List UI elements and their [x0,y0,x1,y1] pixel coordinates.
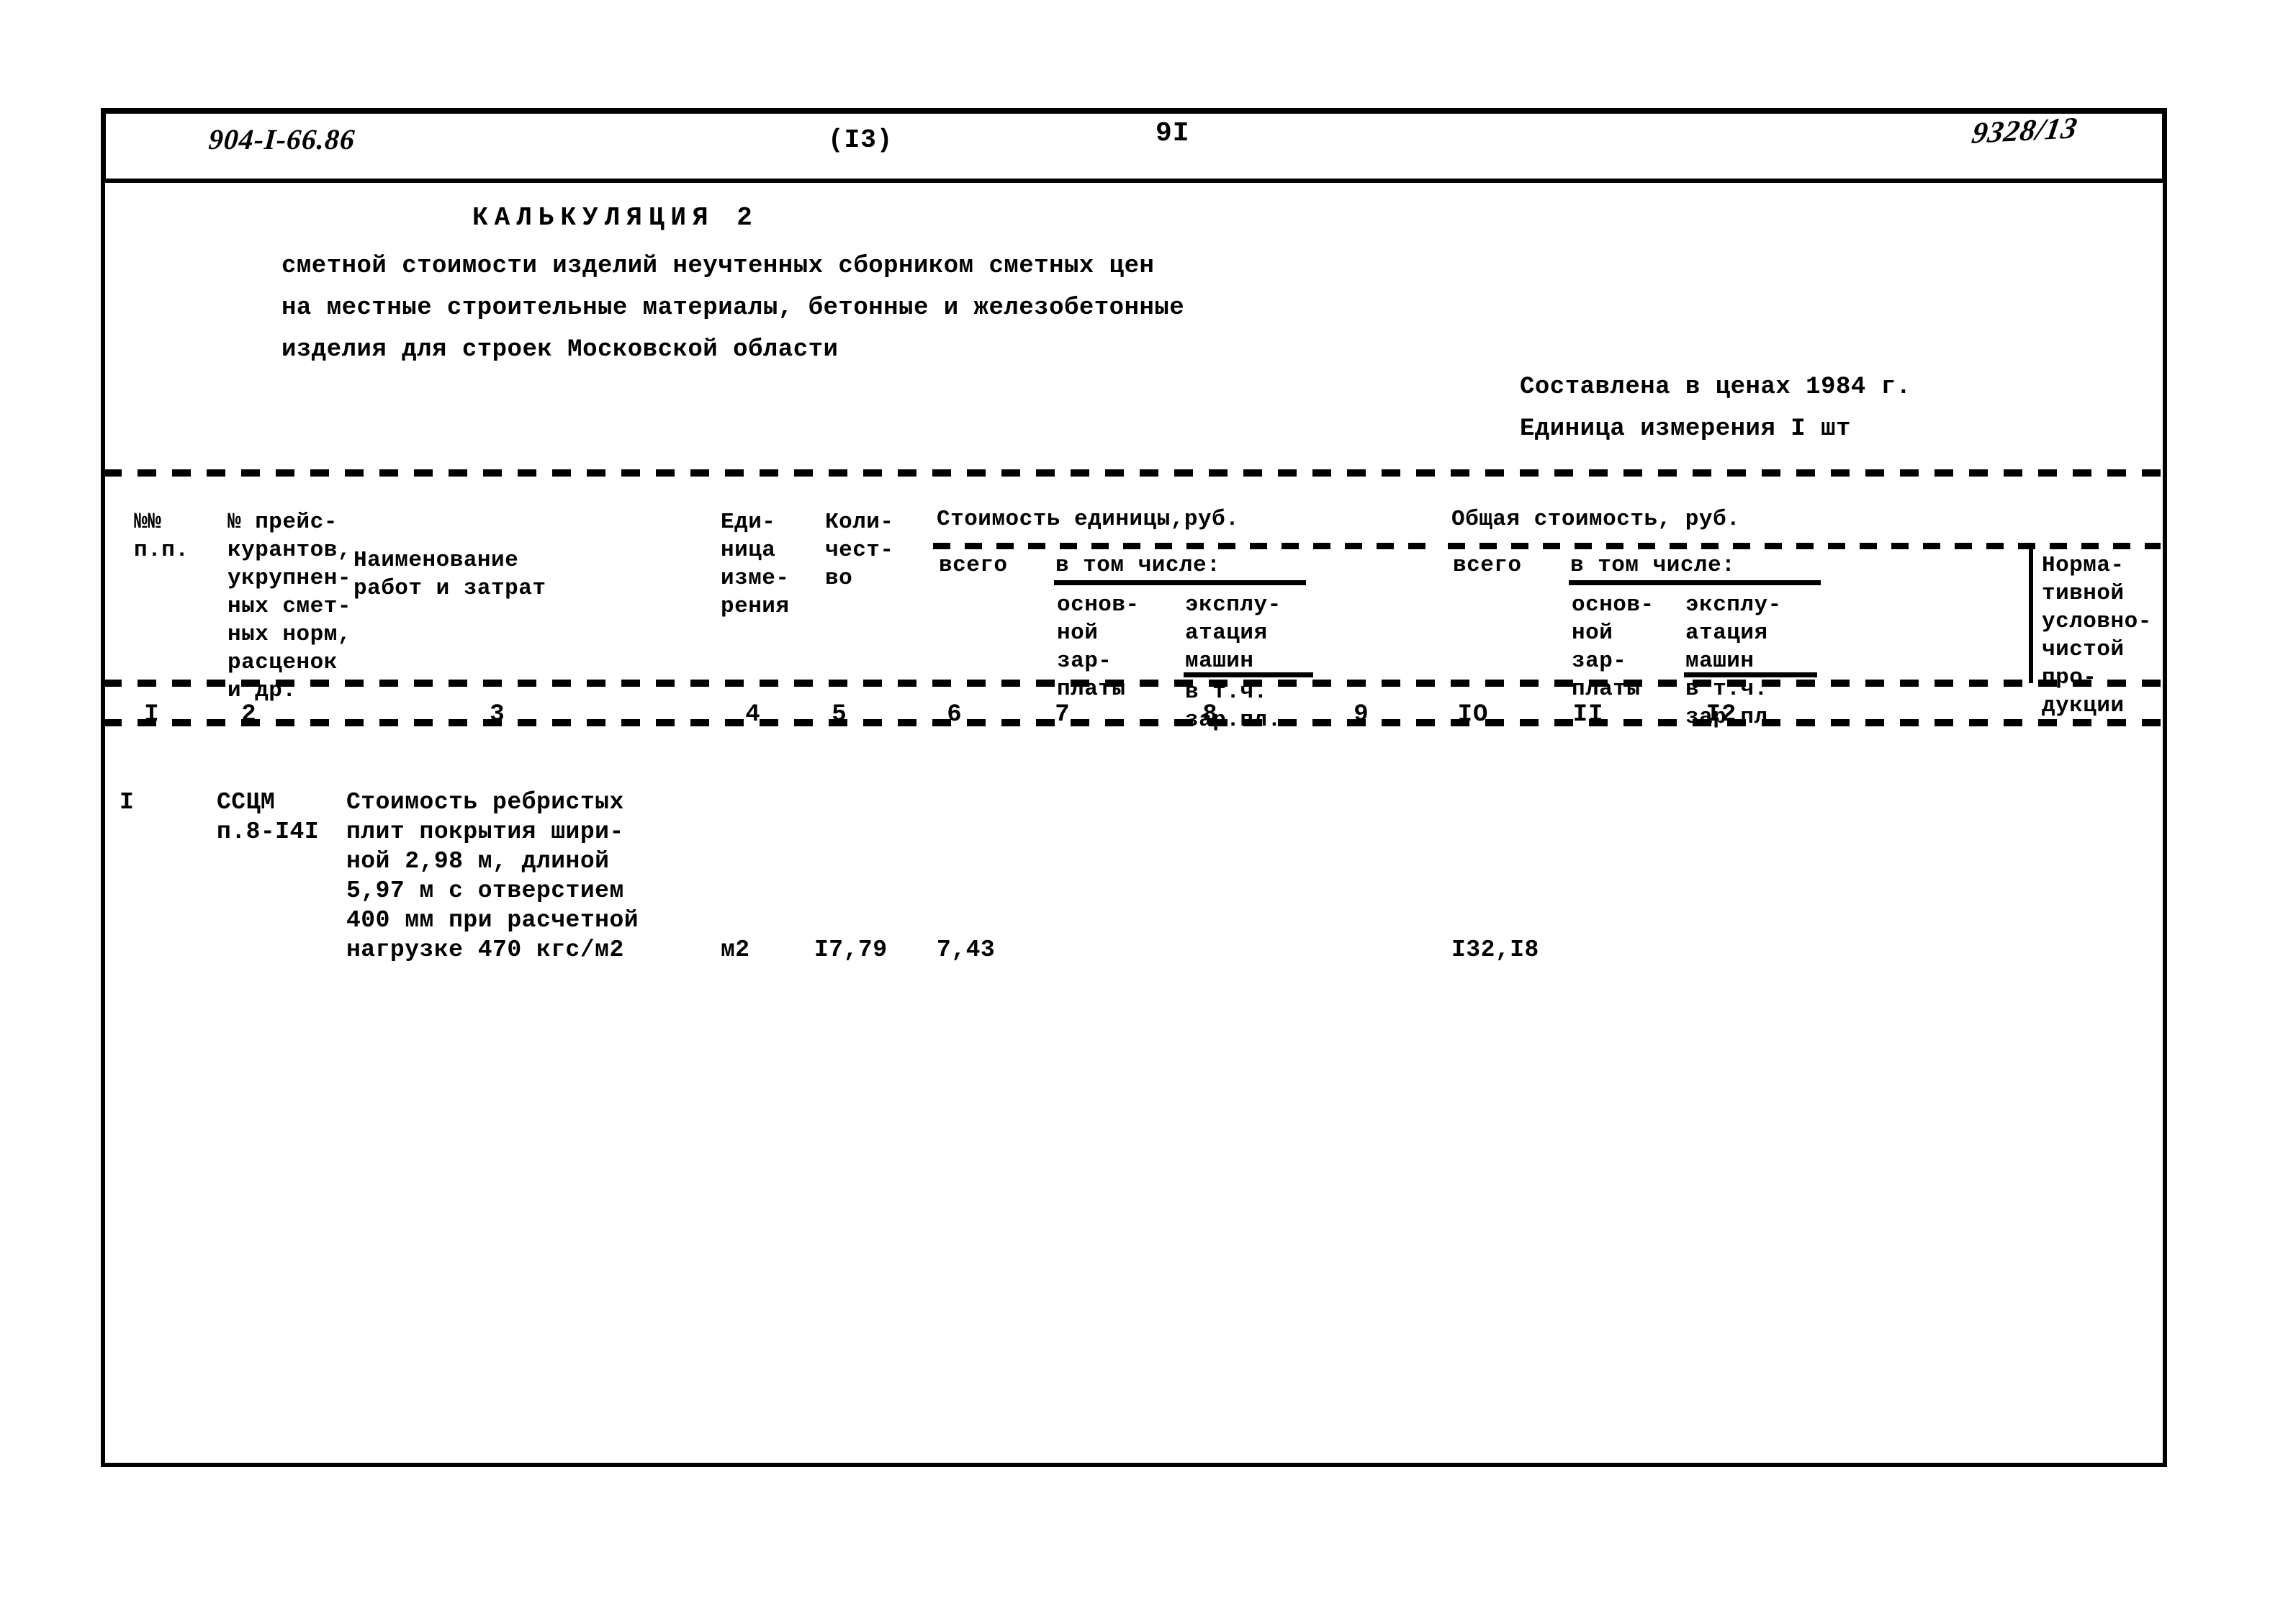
col-header-6-unit-total: всего [939,553,1008,578]
document-body-frame: КАЛЬКУЛЯЦИЯ 2 сметной стоимости изделий … [101,179,2167,1467]
col-header-2-price-list-no: № прейс- курантов, укрупнен- ных смет- н… [228,510,351,703]
machine-operation-underline-right [1684,672,1817,677]
archive-mark-handwritten: 9328/13 [1969,112,2081,150]
col-header-12-normative-net-output: Норма- тивной условно- чистой про- дукци… [2042,553,2152,718]
machine-operation-underline-left [1184,672,1313,677]
row-1-total-cost: I32,I8 [1451,937,1539,963]
col-header-4-unit: Еди- ница изме- рения [721,510,790,619]
page-number: 9I [1156,118,1190,149]
table-vertical-separator-col12 [2029,543,2033,683]
unit-cost-group-rule [933,543,1437,549]
including-label-underline-left [1054,580,1306,585]
document-code: 904-I-66.86 [207,123,356,155]
row-1-unit: м2 [721,937,750,963]
col-group-header-total-cost: Общая стоимость, руб. [1451,507,1741,532]
row-1-item-no: I [120,789,135,816]
col-header-3-work-name: Наименование работ и затрат [353,548,546,601]
col-header-1-item-no: №№ п.п. [134,510,189,563]
col-header-9-total: всего [1453,553,1522,578]
col-header-5-quantity: Коли- чест- во [825,510,894,591]
col-header-8-machine-operation: эксплу- атация машин [1185,592,1282,674]
scanned-page: 904-I-66.86 (I3) 9I 9328/13 КАЛЬКУЛЯЦИЯ … [0,0,2270,1624]
including-label-underline-right [1569,580,1821,585]
col-group-header-unit-cost: Стоимость единицы,руб. [937,507,1240,532]
row-1-unit-cost-total: 7,43 [937,937,996,963]
row-1-work-description: Стоимость ребристых плит покрытия шири- … [346,789,639,963]
total-cost-group-rule [1448,543,2161,549]
table-head-bottom-dashed-rule [103,680,2163,687]
col-header-7-8-including-label: в том числе: [1055,553,1221,578]
col-header-10-11-including-label: в том числе: [1570,553,1736,578]
sheet-index: (I3) [828,125,893,155]
row-1-quantity: I7,79 [814,937,888,963]
column-number-row-dashed-rule [103,719,2163,726]
page-header-band: 904-I-66.86 (I3) 9I 9328/13 [101,108,2167,173]
